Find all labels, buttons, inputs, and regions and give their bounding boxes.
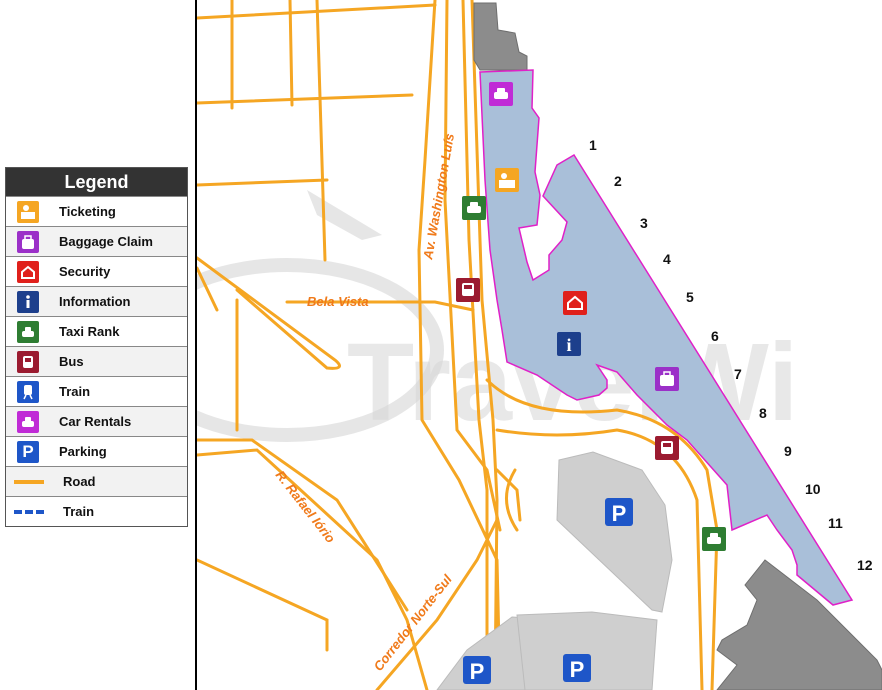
map-bus-icon-north[interactable]: [456, 278, 480, 302]
gate-7-label: 7: [734, 366, 742, 382]
legend-label: Baggage Claim: [59, 234, 153, 249]
legend-label: Bus: [59, 354, 84, 369]
road-line-icon: [14, 479, 44, 484]
map-taxi-icon-south[interactable]: [702, 527, 726, 551]
airport-map[interactable]: TravelWi: [197, 0, 882, 690]
legend-row-security: Security: [6, 256, 187, 286]
baggage-claim-icon: [17, 230, 39, 253]
legend-label: Car Rentals: [59, 414, 132, 429]
svg-text:P: P: [570, 657, 585, 682]
legend-label: Train: [63, 504, 95, 519]
gate-3-label: 3: [640, 215, 648, 231]
gate-8-label: 8: [759, 405, 767, 421]
parking-symbol: P: [22, 441, 34, 461]
legend-label: Information: [59, 294, 131, 309]
map-ticketing-icon[interactable]: [495, 168, 519, 192]
map-security-icon[interactable]: [563, 291, 587, 315]
legend-label: Road: [63, 474, 96, 489]
legend-label: Train: [59, 384, 91, 399]
car-rental-icon: [17, 410, 39, 433]
gate-6-label: 6: [711, 328, 719, 344]
legend-title: Legend: [6, 168, 187, 196]
legend-row-train: Train: [6, 376, 187, 406]
map-taxi-icon-north[interactable]: [462, 196, 486, 220]
gate-2-label: 2: [614, 173, 622, 189]
security-icon: [17, 260, 39, 283]
legend-row-train-line: Train: [6, 496, 187, 526]
gate-10-label: 10: [805, 481, 821, 497]
road-label-corredor-norte-sul: Corredor Norte-Sul: [371, 572, 456, 674]
parking-icon: P: [17, 440, 39, 463]
gate-12-label: 12: [857, 557, 873, 573]
gate-4-label: 4: [663, 251, 671, 267]
train-icon: [17, 380, 39, 403]
legend-label: Parking: [59, 444, 107, 459]
map-bus-icon-south[interactable]: [655, 436, 679, 460]
map-parking-icon-3[interactable]: P: [563, 654, 591, 682]
legend-row-bus: Bus: [6, 346, 187, 376]
svg-text:P: P: [612, 501, 627, 526]
svg-text:P: P: [470, 659, 485, 684]
train-line-icon: [14, 509, 44, 514]
road-label-bela-vista: Bela Vista: [307, 294, 369, 309]
gate-5-label: 5: [686, 289, 694, 305]
legend-label: Ticketing: [59, 204, 116, 219]
legend-row-information: Information: [6, 286, 187, 316]
information-icon: [17, 290, 39, 313]
legend-label: Security: [59, 264, 111, 279]
parking-lots: [436, 451, 673, 690]
map-information-icon[interactable]: i: [557, 332, 581, 356]
map-car-rental-icon[interactable]: [489, 82, 513, 106]
legend-row-baggage-claim: Baggage Claim: [6, 226, 187, 256]
legend-row-road: Road: [6, 466, 187, 496]
legend-label: Taxi Rank: [59, 324, 120, 339]
map-parking-icon-1[interactable]: P: [605, 498, 633, 526]
map-parking-icon-2[interactable]: P: [463, 656, 491, 684]
bus-icon: [17, 350, 39, 373]
gate-9-label: 9: [784, 443, 792, 459]
legend-row-ticketing: Ticketing: [6, 196, 187, 226]
legend-row-parking: P Parking: [6, 436, 187, 466]
legend-row-taxi-rank: Taxi Rank: [6, 316, 187, 346]
gate-1-label: 1: [589, 137, 597, 153]
legend-row-car-rentals: Car Rentals: [6, 406, 187, 436]
legend: Legend Ticketing Baggage Claim Security …: [5, 167, 188, 527]
svg-text:i: i: [566, 335, 571, 355]
ticketing-icon: [17, 200, 39, 223]
taxi-icon: [17, 320, 39, 343]
gate-11-label: 11: [828, 515, 843, 531]
map-baggage-claim-icon[interactable]: [655, 367, 679, 391]
